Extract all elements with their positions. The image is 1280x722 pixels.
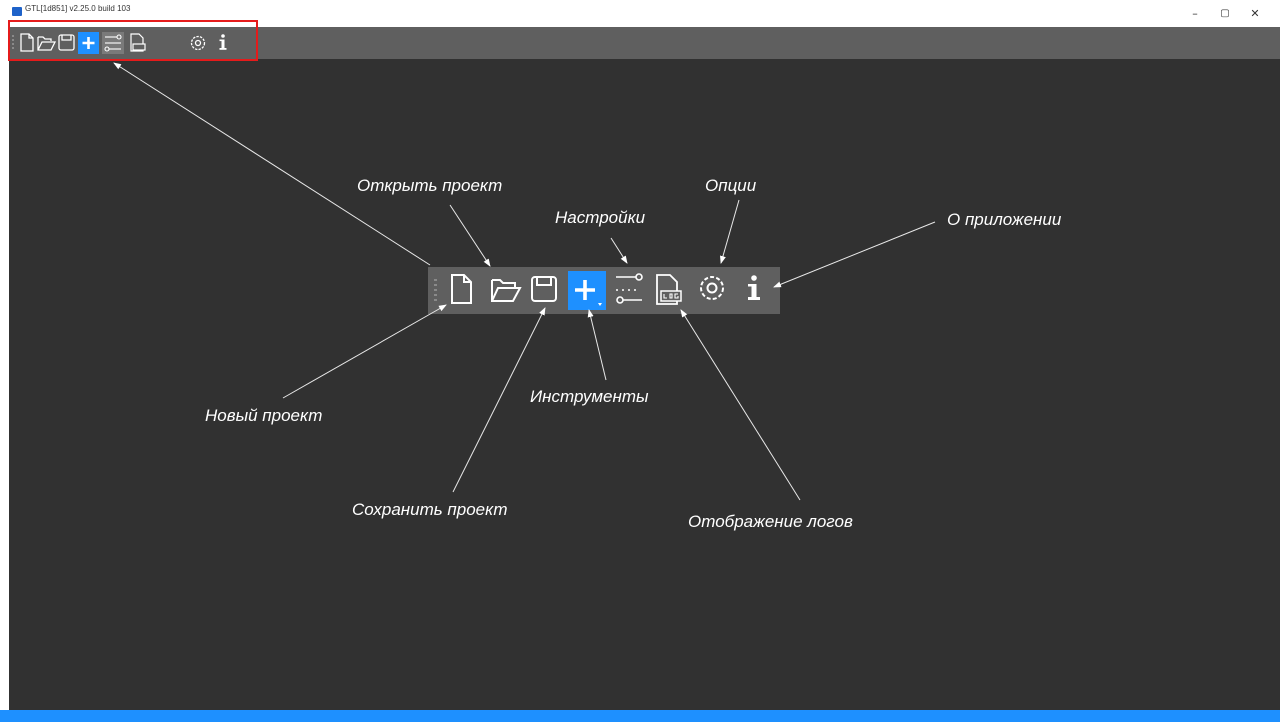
- callout-settings: Настройки: [555, 208, 646, 227]
- callout-tools: Инструменты: [530, 387, 649, 406]
- callout-logs: Отображение логов: [688, 512, 853, 531]
- callout-line-top-toolbar: [113, 62, 431, 266]
- callout-open-project: Открыть проект: [357, 176, 503, 195]
- callout-line-logs: [680, 309, 801, 501]
- callout-line-tools: [587, 309, 607, 381]
- callout-line-about: [773, 221, 936, 288]
- status-bar: [0, 710, 1280, 722]
- callout-line-new-project: [282, 304, 447, 399]
- callout-lines: [113, 62, 936, 501]
- callout-line-open-project: [449, 204, 491, 267]
- callout-new-project: Новый проект: [205, 406, 323, 425]
- callout-line-options: [720, 199, 740, 264]
- callout-about: О приложении: [947, 210, 1062, 229]
- callout-save-project: Сохранить проект: [352, 500, 508, 519]
- callout-options: Опции: [705, 176, 757, 195]
- callout-line-settings: [610, 237, 628, 264]
